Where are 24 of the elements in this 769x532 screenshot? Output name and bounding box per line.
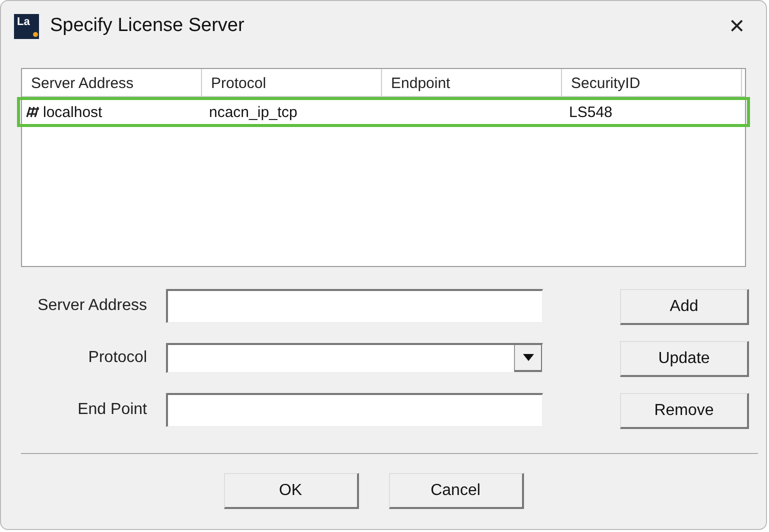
field-label: Server Address: [36, 297, 148, 315]
field-label: End Point: [76, 401, 148, 419]
dialog-button[interactable]: OK: [224, 473, 358, 509]
column-header[interactable]: Protocol: [202, 69, 382, 96]
app-icon: La: [14, 14, 39, 38]
table-cell: LS548: [569, 104, 612, 120]
column-header[interactable]: Server Address: [22, 69, 202, 96]
window-title: Specify License Server: [50, 15, 246, 37]
close-button[interactable]: ✕: [714, 6, 760, 46]
input-field[interactable]: [166, 289, 543, 323]
action-button[interactable]: Update: [620, 341, 749, 377]
input-field[interactable]: [166, 393, 543, 427]
server-icon: [26, 105, 40, 119]
table-row[interactable]: localhost ncacn_ip_tcp LS548: [17, 97, 750, 127]
column-header[interactable]: Endpoint: [382, 69, 562, 96]
dialog-button[interactable]: Cancel: [388, 473, 524, 509]
table-cell: localhost: [43, 104, 102, 120]
field-label: Protocol: [87, 349, 148, 367]
action-button[interactable]: Add: [620, 289, 749, 325]
action-button[interactable]: Remove: [620, 393, 749, 429]
table-cell: ncacn_ip_tcp: [209, 104, 298, 120]
dropdown-field[interactable]: [166, 343, 543, 373]
column-header[interactable]: SecurityID: [562, 69, 742, 96]
dropdown-arrow-icon: [522, 354, 534, 361]
